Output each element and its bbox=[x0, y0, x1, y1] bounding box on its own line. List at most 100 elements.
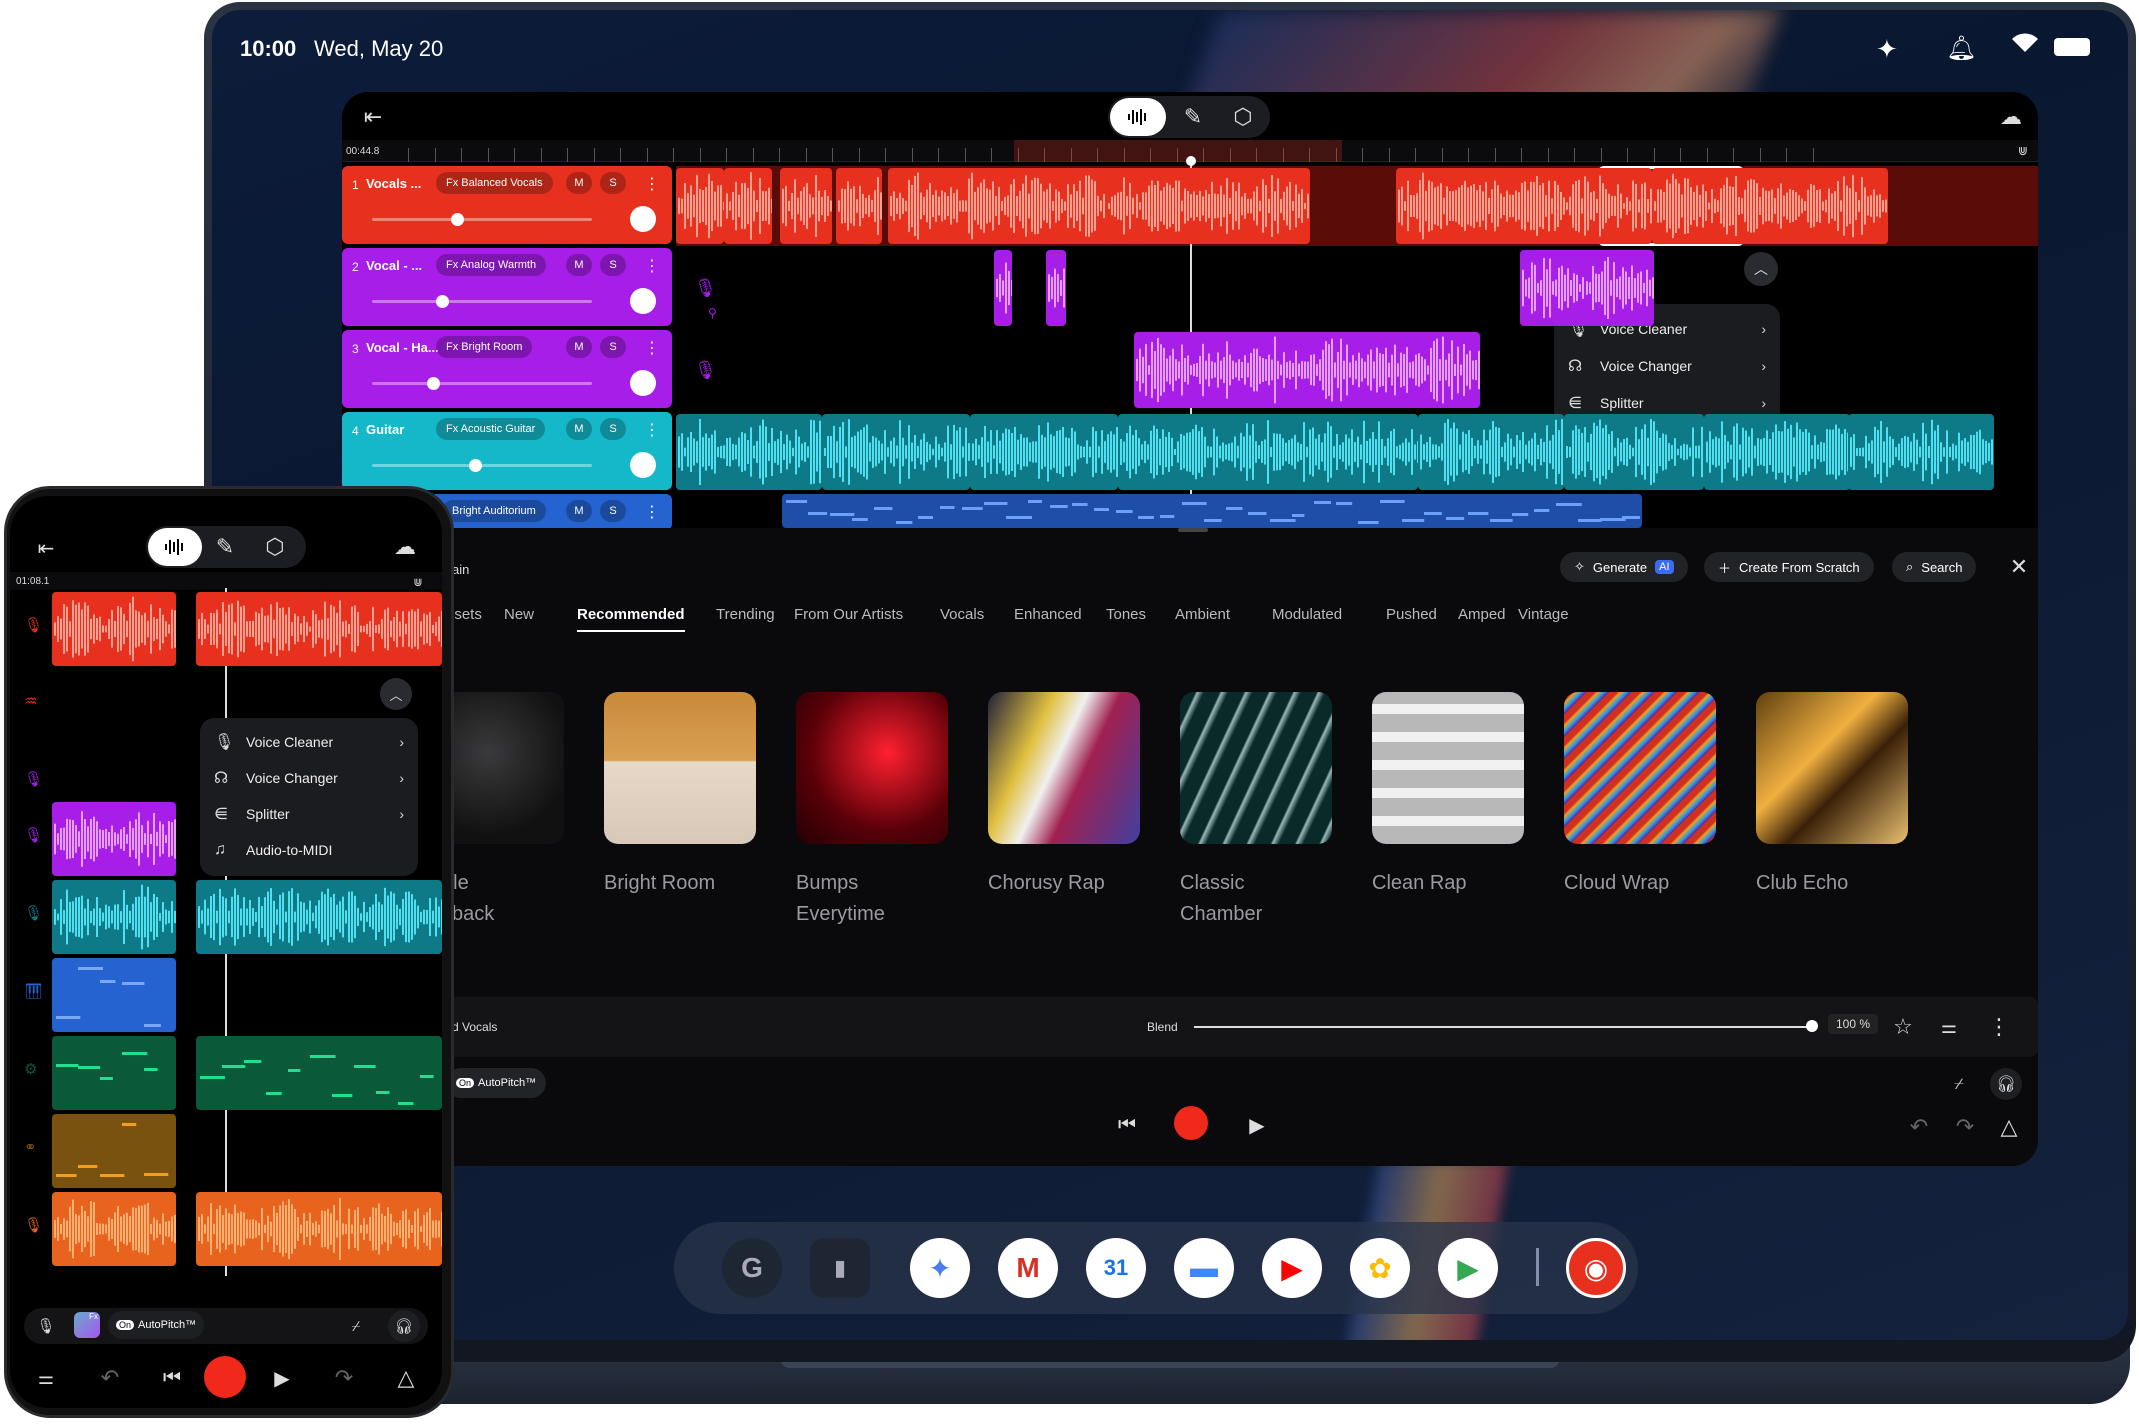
tab-modulated[interactable]: Modulated bbox=[1272, 606, 1342, 623]
context-menu-item[interactable]: ☊ Voice Changer › bbox=[1554, 347, 1780, 384]
audio-clip[interactable] bbox=[970, 414, 1118, 490]
redo-icon[interactable]: ↷ bbox=[1952, 1114, 1978, 1140]
track-header-2[interactable]: 2 Vocal - ... Fx Analog Warmth M S ⋮ bbox=[342, 248, 672, 326]
tab-trending[interactable]: Trending bbox=[716, 606, 775, 623]
audio-clip[interactable] bbox=[1396, 168, 1652, 244]
volume-slider-knob[interactable] bbox=[468, 459, 482, 472]
volume-slider[interactable] bbox=[372, 295, 592, 308]
volume-slider-knob[interactable] bbox=[435, 295, 449, 308]
audio-clip[interactable] bbox=[1584, 250, 1654, 326]
tab-new[interactable]: New bbox=[504, 606, 534, 623]
youtube-icon[interactable]: ▶ bbox=[1262, 1238, 1322, 1298]
tab-vocals[interactable]: Vocals bbox=[940, 606, 984, 623]
tuner-icon[interactable]: △ bbox=[1996, 1114, 2022, 1140]
track-fx-chip[interactable]: Fx Acoustic Guitar bbox=[436, 418, 546, 440]
pan-dial[interactable] bbox=[630, 370, 656, 396]
search-button[interactable]: ⌕ Search bbox=[1892, 552, 1977, 582]
tab-enhanced[interactable]: Enhanced bbox=[1014, 606, 1082, 623]
audio-clip[interactable] bbox=[1106, 168, 1136, 244]
mixer-icon[interactable]: ⚌ bbox=[32, 1364, 60, 1392]
audio-clip[interactable] bbox=[780, 168, 832, 244]
tab-tones[interactable]: Tones bbox=[1106, 606, 1146, 623]
solo-button[interactable]: S bbox=[600, 336, 626, 358]
daw-app-icon[interactable]: ◉ bbox=[1566, 1238, 1626, 1298]
audio-clip[interactable] bbox=[1418, 414, 1564, 490]
photos-icon[interactable]: ✿ bbox=[1350, 1238, 1410, 1298]
audio-clip[interactable] bbox=[1134, 168, 1310, 244]
exit-icon[interactable]: ⇤ bbox=[32, 534, 60, 562]
autopitch-button[interactable]: On AutoPitch™ bbox=[446, 1068, 547, 1098]
audio-clip[interactable] bbox=[1652, 168, 1888, 244]
audio-clip[interactable] bbox=[52, 1192, 176, 1266]
no-edit-icon[interactable]: ⌿ bbox=[344, 1314, 368, 1338]
track-header-1[interactable]: 1 Vocals ... Fx Balanced Vocals M S ⋮ bbox=[342, 166, 672, 244]
play-icon[interactable]: ▶ bbox=[1242, 1110, 1272, 1140]
cloud-upload-icon[interactable]: ☁ bbox=[390, 532, 420, 562]
sliders-icon[interactable]: ⚌ bbox=[1934, 1012, 1964, 1042]
cloud-upload-icon[interactable]: ☁ bbox=[1996, 102, 2026, 132]
record-button[interactable] bbox=[1174, 1106, 1208, 1140]
pan-dial[interactable] bbox=[630, 288, 656, 314]
tab-pushed[interactable]: Pushed bbox=[1386, 606, 1437, 623]
midi-clip[interactable] bbox=[52, 1036, 176, 1110]
preset-tile[interactable] bbox=[1756, 692, 1908, 844]
mute-button[interactable]: M bbox=[566, 254, 592, 276]
midi-clip[interactable] bbox=[196, 1036, 442, 1110]
collapse-chevron-icon[interactable]: ︿ bbox=[1744, 252, 1778, 286]
audio-clip[interactable] bbox=[1564, 414, 1704, 490]
google-search-icon[interactable]: G bbox=[722, 1238, 782, 1298]
loop-region[interactable] bbox=[1014, 140, 1342, 162]
audio-clip[interactable] bbox=[52, 592, 176, 666]
audio-clip[interactable] bbox=[196, 880, 442, 954]
skip-back-icon[interactable]: ⏮︎ bbox=[1112, 1110, 1142, 1140]
preset-tile[interactable] bbox=[1180, 692, 1332, 844]
audio-clip[interactable] bbox=[676, 168, 724, 244]
files-icon[interactable]: ▬ bbox=[1174, 1238, 1234, 1298]
midi-clip[interactable] bbox=[52, 958, 176, 1032]
autopitch-button[interactable]: On AutoPitch™ bbox=[108, 1311, 205, 1339]
audio-clip[interactable] bbox=[994, 250, 1012, 326]
preset-tile[interactable] bbox=[1564, 692, 1716, 844]
solo-button[interactable]: S bbox=[600, 172, 626, 194]
context-menu-item[interactable]: ⋹ Splitter › bbox=[200, 796, 418, 832]
sparkle-icon[interactable]: ✦ bbox=[1876, 34, 1898, 65]
context-menu-item[interactable]: ♫ Audio-to-MIDI bbox=[200, 832, 418, 868]
star-icon[interactable]: ☆ bbox=[1888, 1012, 1918, 1042]
mute-button[interactable]: M bbox=[566, 418, 592, 440]
mute-button[interactable]: M bbox=[566, 500, 592, 522]
tab-ambient[interactable]: Ambient bbox=[1175, 606, 1230, 623]
mute-button[interactable]: M bbox=[566, 336, 592, 358]
preset-tile[interactable] bbox=[604, 692, 756, 844]
more-vert-icon[interactable]: ⋮ bbox=[644, 256, 660, 276]
more-vert-icon[interactable]: ⋮ bbox=[644, 502, 660, 522]
audio-clip[interactable] bbox=[724, 168, 772, 244]
tab-amped[interactable]: Amped bbox=[1458, 606, 1506, 623]
solo-button[interactable]: S bbox=[600, 418, 626, 440]
play-store-icon[interactable]: ▶ bbox=[1438, 1238, 1498, 1298]
magnet-icon[interactable]: ⋓ bbox=[410, 574, 426, 590]
pan-dial[interactable] bbox=[630, 206, 656, 232]
close-icon[interactable]: ✕ bbox=[2006, 554, 2032, 580]
mic-icon[interactable]: 🎙︎ bbox=[34, 1314, 58, 1338]
gmail-icon[interactable]: M bbox=[998, 1238, 1058, 1298]
volume-slider-knob[interactable] bbox=[451, 213, 465, 226]
more-vert-icon[interactable]: ⋮ bbox=[644, 174, 660, 194]
no-edit-icon[interactable]: ⌿ bbox=[1946, 1072, 1972, 1098]
calendar-icon[interactable]: 31 bbox=[1086, 1238, 1146, 1298]
tuner-icon[interactable]: △ bbox=[392, 1364, 420, 1392]
blend-slider-knob[interactable] bbox=[1806, 1020, 1818, 1032]
midi-clip[interactable] bbox=[782, 494, 1642, 528]
more-vert-icon[interactable]: ⋮ bbox=[644, 420, 660, 440]
brush-icon[interactable]: ✎ bbox=[1176, 100, 1210, 134]
preset-tile[interactable] bbox=[988, 692, 1140, 844]
exit-icon[interactable]: ⇤ bbox=[358, 102, 388, 132]
audio-clip[interactable] bbox=[52, 880, 176, 954]
create-from-scratch-button[interactable]: ＋ Create From Scratch bbox=[1704, 552, 1874, 582]
headphones-icon[interactable]: 🎧︎ bbox=[388, 1310, 420, 1342]
clipboard-icon[interactable]: ▮ bbox=[810, 1238, 870, 1298]
panel-drag-handle[interactable] bbox=[1178, 528, 1208, 532]
mute-button[interactable]: M bbox=[566, 172, 592, 194]
magnet-icon[interactable]: ⋓ bbox=[2014, 142, 2032, 160]
audio-clip[interactable] bbox=[836, 168, 882, 244]
skip-back-icon[interactable]: ⏮︎ bbox=[158, 1364, 186, 1392]
